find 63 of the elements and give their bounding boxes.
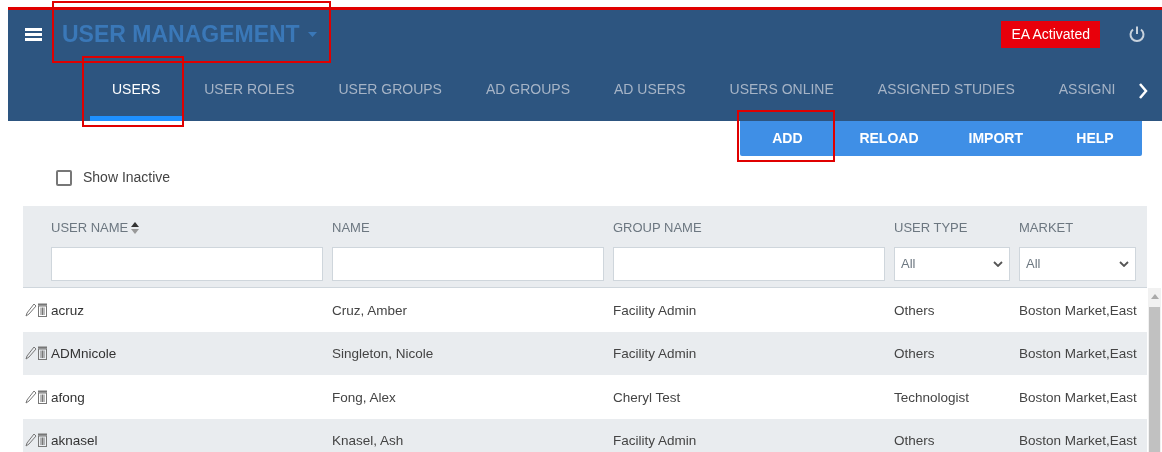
table-cell: Singleton, Nicole [332, 346, 434, 362]
filter-dropdown[interactable]: All [1019, 247, 1136, 281]
tab[interactable]: USER GROUPS [316, 58, 464, 121]
edit-icon[interactable] [25, 346, 37, 361]
table-cell: aknasel [51, 433, 98, 449]
table-cell: Others [894, 302, 935, 318]
table-row[interactable]: aknasel Knasel, Ash Facility Admin Others Boston Market,East [23, 418, 1147, 452]
toolbar-button[interactable]: HELP [1048, 121, 1142, 156]
column-header[interactable]: GROUP NAME [613, 217, 702, 238]
column-header[interactable]: USER TYPE [894, 217, 968, 238]
tab[interactable]: USERS [90, 58, 183, 121]
table-row[interactable]: ADMnicole Singleton, Nicole Facility Admin Others Boston Market,East [23, 331, 1147, 375]
power-icon[interactable] [1128, 25, 1146, 43]
scrollbar[interactable] [1148, 288, 1161, 452]
table-cell: Technologist [894, 389, 970, 405]
column-header[interactable]: MARKET [1019, 217, 1074, 238]
table-cell: Boston Market,East [1019, 302, 1137, 318]
status-badge: EA Activated [1001, 20, 1100, 48]
toolbar-button[interactable]: IMPORT [943, 121, 1048, 156]
table-cell: Boston Market,East [1019, 346, 1137, 362]
filter-field[interactable] [332, 247, 604, 281]
table-cell: Cruz, Amber [332, 302, 408, 318]
table-cell: afong [51, 389, 85, 405]
table-cell: Fong, Alex [332, 389, 396, 405]
trash-icon[interactable] [37, 389, 48, 404]
tab[interactable]: USER ROLES [182, 58, 317, 121]
table-cell: acruz [51, 302, 84, 318]
table-cell: Boston Market,East [1019, 433, 1137, 449]
checkbox-label: Show Inactive [83, 168, 171, 187]
chevron-down-icon [1119, 261, 1129, 267]
table-cell: Others [894, 346, 935, 362]
tab[interactable]: USERS ONLINE [707, 58, 856, 121]
sort-icon[interactable] [131, 221, 140, 234]
column-header[interactable]: USER NAME [51, 217, 140, 238]
tab[interactable]: AD GROUPS [463, 58, 592, 121]
tab[interactable]: ASSIGNED STUDIES [855, 58, 1037, 121]
caret-icon [307, 31, 317, 37]
table-cell: Facility Admin [613, 302, 697, 318]
tab[interactable]: AD USERS [591, 58, 708, 121]
edit-icon[interactable] [25, 302, 37, 317]
trash-icon[interactable] [37, 302, 48, 317]
filter-field[interactable] [51, 247, 323, 281]
chevron-down-icon [993, 261, 1003, 267]
edit-icon[interactable] [25, 433, 37, 448]
table-cell: Cheryl Test [613, 389, 681, 405]
filter-field[interactable] [613, 247, 885, 281]
table-cell: Boston Market,East [1019, 389, 1137, 405]
trash-icon[interactable] [37, 346, 48, 361]
menu-icon[interactable] [25, 27, 42, 41]
filter-dropdown[interactable]: All [894, 247, 1010, 281]
toolbar-button[interactable]: ADD [740, 121, 835, 156]
tab[interactable]: ASSIGNI [1036, 58, 1138, 121]
chevron-right-icon[interactable] [1138, 82, 1148, 99]
column-header[interactable]: NAME [332, 217, 370, 238]
checkbox[interactable] [56, 169, 72, 186]
table-cell: Knasel, Ash [332, 433, 404, 449]
toolbar-button[interactable]: RELOAD [834, 121, 944, 156]
table-cell: Facility Admin [613, 433, 697, 449]
table-cell: Others [894, 433, 935, 449]
trash-icon[interactable] [37, 433, 48, 448]
table-cell: Facility Admin [613, 346, 697, 362]
table-cell: ADMnicole [51, 346, 117, 362]
edit-icon[interactable] [25, 389, 37, 404]
